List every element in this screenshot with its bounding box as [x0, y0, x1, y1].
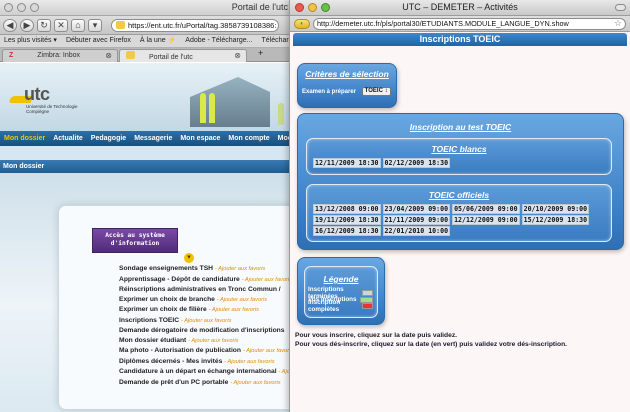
- utc-favicon-icon: [126, 51, 135, 59]
- zimbra-icon: Z: [9, 52, 14, 59]
- legende-box: Légende Inscriptions terminées Vos inscr…: [297, 257, 385, 325]
- window-title: Portail de l'utc: [231, 2, 288, 12]
- instructions-text: Pour vous inscrire, cliquez sur la date …: [295, 332, 567, 349]
- home-icon[interactable]: ⌂: [71, 18, 85, 32]
- toeic-blancs-dates: 12/11/2009 18:30 02/12/2009 18:30: [307, 158, 611, 169]
- person-silhouette-icon: [209, 93, 215, 123]
- bookmark-menu-icon[interactable]: ▾: [88, 18, 102, 32]
- address-bar[interactable]: https://ent.utc.fr/uPortal/tag.385873910…: [111, 18, 279, 32]
- site-identity-icon: [116, 20, 125, 29]
- nav-mon-espace[interactable]: Mon espace: [180, 131, 220, 146]
- add-favorite-link[interactable]: - Ajouter aux favoris: [242, 277, 292, 283]
- legend-swatch: [362, 290, 373, 297]
- inscription-box: Inscription au test TOEIC TOEIC blancs 1…: [297, 113, 624, 250]
- add-favorite-link[interactable]: - Ajouter aux favoris: [215, 266, 265, 272]
- address-bar[interactable]: http://demeter.utc.fr/pls/portal30/ETUDI…: [313, 17, 626, 30]
- add-favorite-link[interactable]: - Ajouter aux favoris: [243, 348, 293, 354]
- session-date-button[interactable]: 12/12/2009 09:00: [452, 215, 520, 225]
- session-date-button[interactable]: 05/06/2009 09:00: [452, 204, 520, 214]
- window-title: UTC – DEMETER – Activités: [402, 2, 518, 12]
- address-toolbar: ◐ http://demeter.utc.fr/pls/portal30/ETU…: [290, 16, 630, 32]
- exam-label: Examen à préparer: [302, 89, 357, 96]
- nav-mon-compte[interactable]: Mon compte: [228, 131, 269, 146]
- session-date-button[interactable]: 13/12/2008 09:00: [313, 204, 381, 214]
- toolbar-toggle-button[interactable]: [615, 4, 626, 11]
- add-favorite-link[interactable]: - Ajouter aux favoris: [224, 359, 274, 365]
- chevron-down-icon[interactable]: ▾: [184, 253, 194, 263]
- bookmark-item[interactable]: Débuter avec Firefox: [66, 35, 131, 47]
- nav-mon-dossier[interactable]: Mon dossier: [4, 131, 45, 146]
- date-row: 19/11/2009 18:30 21/11/2009 09:00 12/12/20…: [313, 215, 611, 226]
- add-favorite-link[interactable]: - Ajouter aux favoris: [230, 380, 280, 386]
- nav-messagerie[interactable]: Messagerie: [134, 131, 172, 146]
- legend-item: Inscription complètes: [308, 299, 373, 313]
- stop-icon[interactable]: ✕: [54, 18, 68, 32]
- add-favorite-link[interactable]: - Ajouter aux favoris: [188, 338, 238, 344]
- criteres-title: Critères de sélection: [305, 69, 389, 79]
- window-controls: [4, 3, 39, 12]
- legende-title: Légende: [323, 274, 359, 284]
- session-date-button[interactable]: 23/04/2009 09:00: [382, 204, 451, 214]
- bookmark-item[interactable]: Les plus visités ▾: [4, 35, 57, 47]
- session-date-button[interactable]: 20/10/2009 09:00: [521, 204, 590, 214]
- instruction-line: Pour vous inscrire, cliquez sur la date …: [295, 332, 458, 339]
- close-tab-icon[interactable]: ⊗: [234, 50, 241, 61]
- person-silhouette-icon: [200, 93, 206, 123]
- site-identity-icon[interactable]: ◐: [294, 18, 310, 29]
- instruction-line: Pour vous dés-inscrire, cliquez sur la d…: [295, 340, 568, 348]
- date-row: 16/12/2009 18:30 22/01/2010 10:00: [313, 226, 611, 237]
- address-bar-url: https://ent.utc.fr/uPortal/tag.385873910…: [128, 20, 277, 30]
- demeter-browser-window: UTC – DEMETER – Activités ◐ http://demet…: [289, 0, 630, 412]
- legend-swatch: [361, 303, 373, 310]
- toeic-officiels-box: TOEIC officiels 13/12/2008 09:00 23/04/20…: [306, 184, 612, 242]
- bookmark-item[interactable]: À la une ⚡: [140, 35, 176, 47]
- acces-systeme-button[interactable]: Accès au système d'information: [92, 228, 178, 253]
- date-row: 13/12/2008 09:00 23/04/2009 09:00 05/06/20…: [313, 204, 611, 215]
- criteres-box: Critères de sélection Examen à préparer …: [297, 63, 397, 108]
- legende-inner: Légende Inscriptions terminées Vos inscr…: [304, 266, 378, 318]
- page-title: Inscriptions TOEIC: [293, 33, 627, 46]
- add-favorite-link[interactable]: - Ajouter aux favoris: [209, 307, 259, 313]
- back-arrow-icon[interactable]: ◀: [3, 18, 17, 32]
- session-date-button[interactable]: 22/01/2010 10:00: [382, 226, 451, 236]
- session-date-button[interactable]: 16/12/2009 18:30: [313, 226, 381, 236]
- legend-list: Inscriptions terminées Vos inscriptions …: [305, 286, 377, 313]
- add-favorite-link[interactable]: - Ajouter aux favoris: [217, 297, 267, 303]
- inscription-title: Inscription au test TOEIC: [409, 122, 512, 132]
- minimize-window-button[interactable]: [17, 3, 26, 12]
- tab-portail[interactable]: Portail de l'utc ⊗: [119, 49, 247, 62]
- bookmark-star-icon[interactable]: ☆: [614, 19, 622, 28]
- title-bar: UTC – DEMETER – Activités: [290, 0, 630, 16]
- session-date-button[interactable]: 15/12/2009 18:30: [521, 215, 590, 225]
- person-silhouette-icon: [278, 103, 284, 125]
- bookmark-item[interactable]: Adobe - Télécharge...: [185, 35, 252, 47]
- toeic-blancs-box: TOEIC blancs 12/11/2009 18:30 02/12/2009 …: [306, 138, 612, 175]
- tab-zimbra[interactable]: Z Zimbra: Inbox ⊗: [2, 49, 118, 62]
- session-date-button[interactable]: 21/11/2009 09:00: [382, 215, 451, 225]
- session-date-button[interactable]: 02/12/2009 18:30: [382, 158, 451, 168]
- add-favorite-link[interactable]: - Ajouter aux favoris: [181, 318, 231, 324]
- forward-arrow-icon[interactable]: ▶: [20, 18, 34, 32]
- session-date-button[interactable]: 19/11/2009 18:30: [313, 215, 381, 225]
- toeic-blancs-title: TOEIC blancs: [431, 144, 487, 154]
- exam-select[interactable]: TOEIC ↕: [361, 87, 391, 96]
- reload-icon[interactable]: ↻: [37, 18, 51, 32]
- exam-field: Examen à préparer TOEIC ↕: [298, 87, 396, 96]
- legend-swatch: [360, 296, 373, 303]
- address-bar-url: http://demeter.utc.fr/pls/portal30/ETUDI…: [317, 18, 569, 28]
- toeic-officiels-title: TOEIC officiels: [428, 190, 490, 200]
- toeic-officiels-dates: 13/12/2008 09:00 23/04/2009 09:00 05/06/20…: [307, 204, 611, 237]
- nav-actualite[interactable]: Actualite: [53, 131, 83, 146]
- session-date-button[interactable]: 12/11/2009 18:30: [313, 158, 381, 168]
- close-tab-icon[interactable]: ⊗: [105, 50, 112, 61]
- new-tab-button[interactable]: +: [258, 48, 263, 58]
- nav-pedagogie[interactable]: Pedagogie: [91, 131, 126, 146]
- close-window-button[interactable]: [4, 3, 13, 12]
- zoom-window-button[interactable]: [30, 3, 39, 12]
